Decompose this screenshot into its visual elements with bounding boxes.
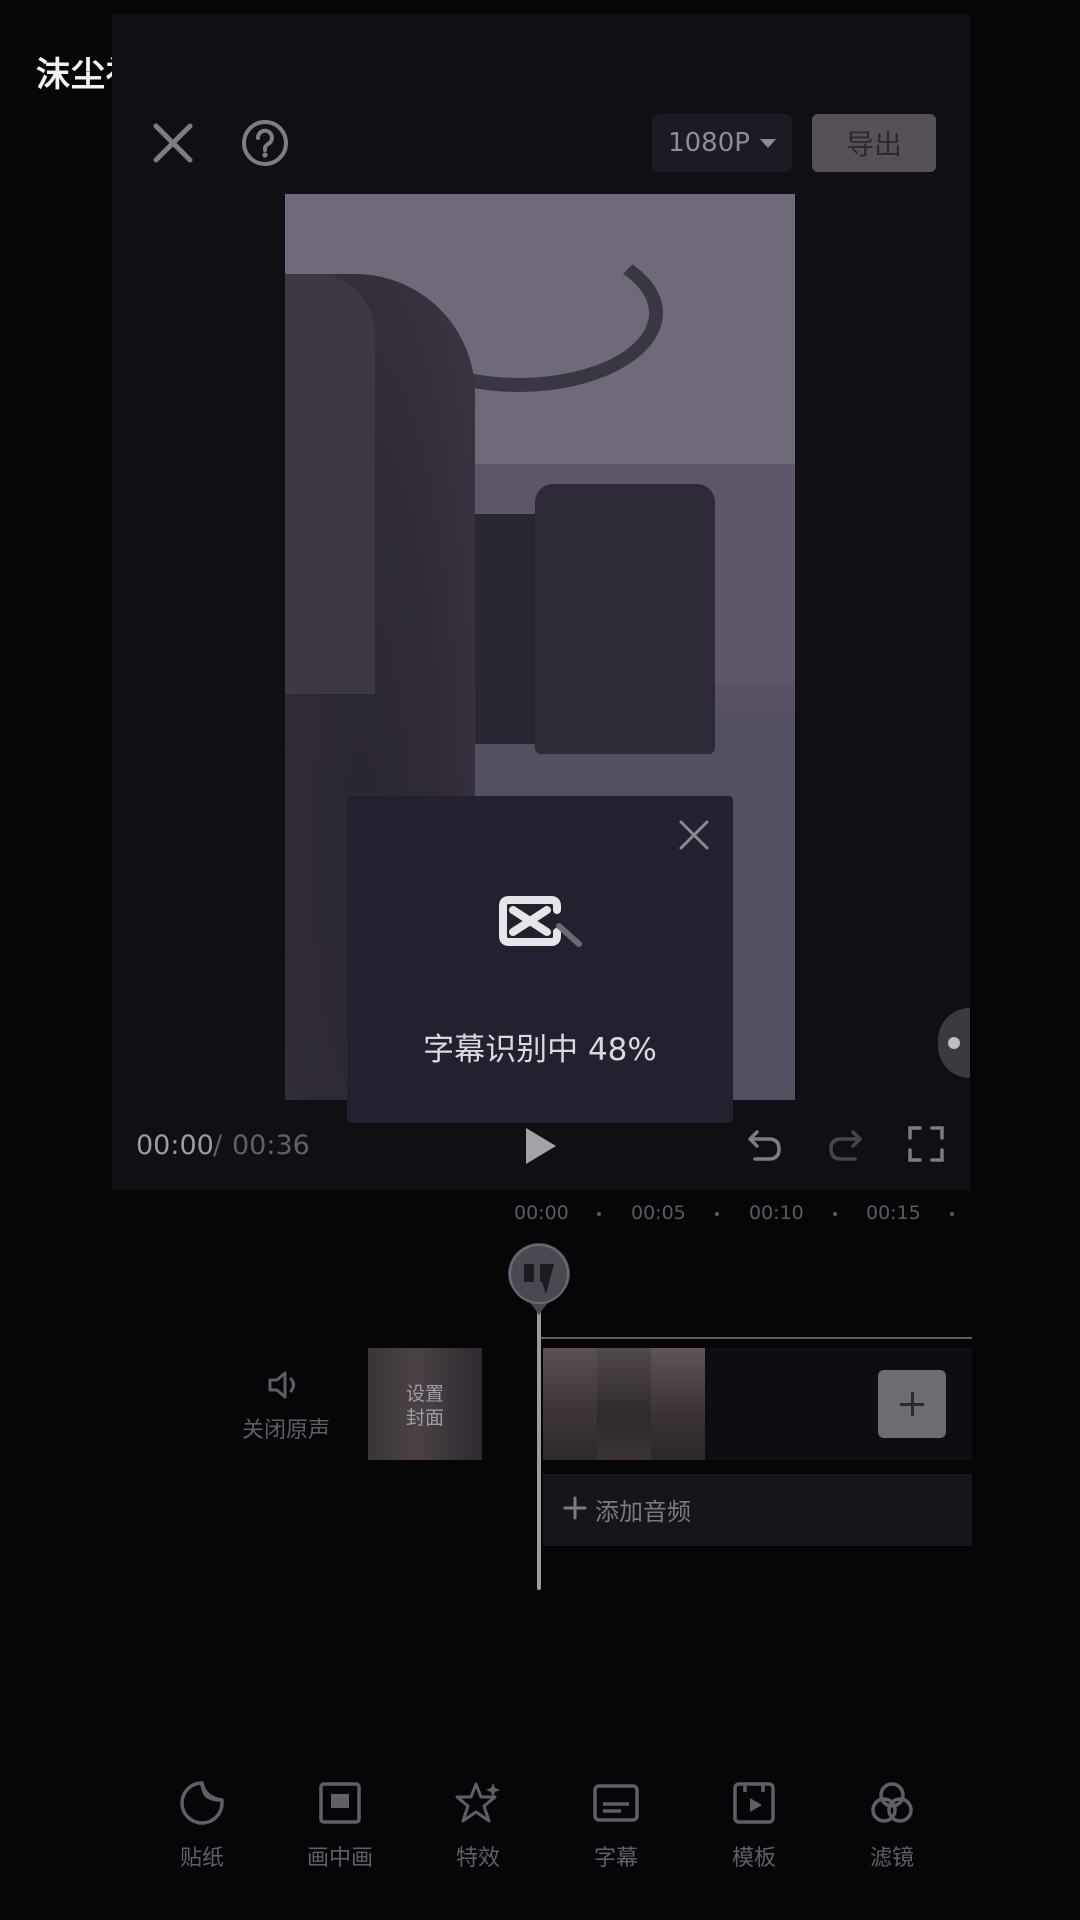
help-icon xyxy=(242,120,288,166)
time-separator: / xyxy=(213,1130,223,1161)
video-clip[interactable] xyxy=(543,1348,705,1460)
speaker-icon xyxy=(266,1368,302,1402)
undo-icon xyxy=(748,1130,781,1161)
resolution-value: 1080P xyxy=(668,128,750,158)
mute-original-audio-button[interactable]: 关闭原声 xyxy=(236,1368,336,1448)
timeline-tick: 00:10 xyxy=(749,1202,804,1224)
toolbar-label: 滤镜 xyxy=(869,1846,914,1871)
set-cover-label: 设置 封面 xyxy=(368,1382,482,1430)
capcut-logo-icon xyxy=(499,886,583,956)
toolbar-sticker[interactable]: 贴纸 xyxy=(152,1774,252,1884)
toolbar-label: 贴纸 xyxy=(179,1846,224,1871)
toolbar-effects[interactable]: 特效 xyxy=(428,1774,528,1884)
export-button[interactable]: 导出 xyxy=(812,114,936,172)
playhead-marker-icon[interactable] xyxy=(506,1242,572,1318)
toolbar-label: 字幕 xyxy=(593,1846,638,1871)
resolution-dropdown[interactable]: 1080P xyxy=(652,114,792,172)
timeline-tick-dot xyxy=(833,1212,837,1216)
toolbar-label: 特效 xyxy=(455,1846,500,1871)
timeline-tick-dot xyxy=(950,1212,954,1216)
undo-button[interactable] xyxy=(745,1124,785,1164)
filter-icon xyxy=(869,1780,915,1826)
close-icon xyxy=(153,123,193,163)
mute-label: 关闭原声 xyxy=(241,1418,330,1443)
set-cover-text: 设置 封面 xyxy=(405,1383,444,1429)
help-button[interactable] xyxy=(240,118,290,168)
redo-icon xyxy=(829,1130,862,1161)
add-audio-label: 添加音频 xyxy=(595,1498,691,1526)
toolbar-label: 模板 xyxy=(731,1846,776,1871)
recognition-status-text: 字幕识别中 48% xyxy=(423,1032,657,1068)
close-editor-button[interactable] xyxy=(148,118,198,168)
total-time: 00:36 xyxy=(232,1130,310,1161)
template-icon xyxy=(731,1780,777,1826)
timeline-tick: 00:15 xyxy=(866,1202,921,1224)
plus-icon xyxy=(561,1494,589,1522)
timeline-tick-dot xyxy=(597,1212,601,1216)
track-separator xyxy=(540,1337,972,1339)
set-cover-button[interactable]: 设置 封面 xyxy=(368,1348,482,1460)
play-icon xyxy=(526,1128,556,1164)
toolbar-filter[interactable]: 滤镜 xyxy=(842,1774,942,1884)
current-time: 00:00 xyxy=(136,1130,214,1161)
timeline-tick-dot xyxy=(715,1212,719,1216)
video-sofa xyxy=(535,484,715,754)
clip-frame xyxy=(543,1348,597,1460)
toolbar-subtitle[interactable]: 字幕 xyxy=(566,1774,666,1884)
play-button[interactable] xyxy=(520,1124,560,1168)
dialog-close-button[interactable] xyxy=(677,818,711,852)
clip-frame xyxy=(597,1348,651,1460)
effects-star-icon xyxy=(455,1780,501,1826)
picture-in-picture-icon xyxy=(317,1780,363,1826)
playhead[interactable] xyxy=(537,1290,541,1590)
add-audio-track[interactable]: 添加音频 xyxy=(543,1474,972,1546)
add-clip-button[interactable] xyxy=(878,1370,946,1438)
video-person-hair xyxy=(285,274,375,694)
close-icon xyxy=(679,820,709,850)
subtitle-icon xyxy=(593,1780,639,1826)
subtitle-recognition-dialog: 字幕识别中 48% xyxy=(347,796,733,1123)
fullscreen-button[interactable] xyxy=(906,1124,946,1164)
toolbar-template[interactable]: 模板 xyxy=(704,1774,804,1884)
toolbar-label: 画中画 xyxy=(306,1846,373,1871)
timeline-tick: 00:05 xyxy=(631,1202,686,1224)
caret-down-icon xyxy=(759,138,776,148)
sticker-icon xyxy=(179,1780,225,1826)
export-label: 导出 xyxy=(845,128,902,161)
fullscreen-icon xyxy=(908,1126,944,1162)
clip-frame xyxy=(651,1348,705,1460)
redo-button[interactable] xyxy=(825,1124,865,1164)
timeline-tick: 00:00 xyxy=(514,1202,569,1224)
toolbar-picture-in-picture[interactable]: 画中画 xyxy=(290,1774,390,1884)
